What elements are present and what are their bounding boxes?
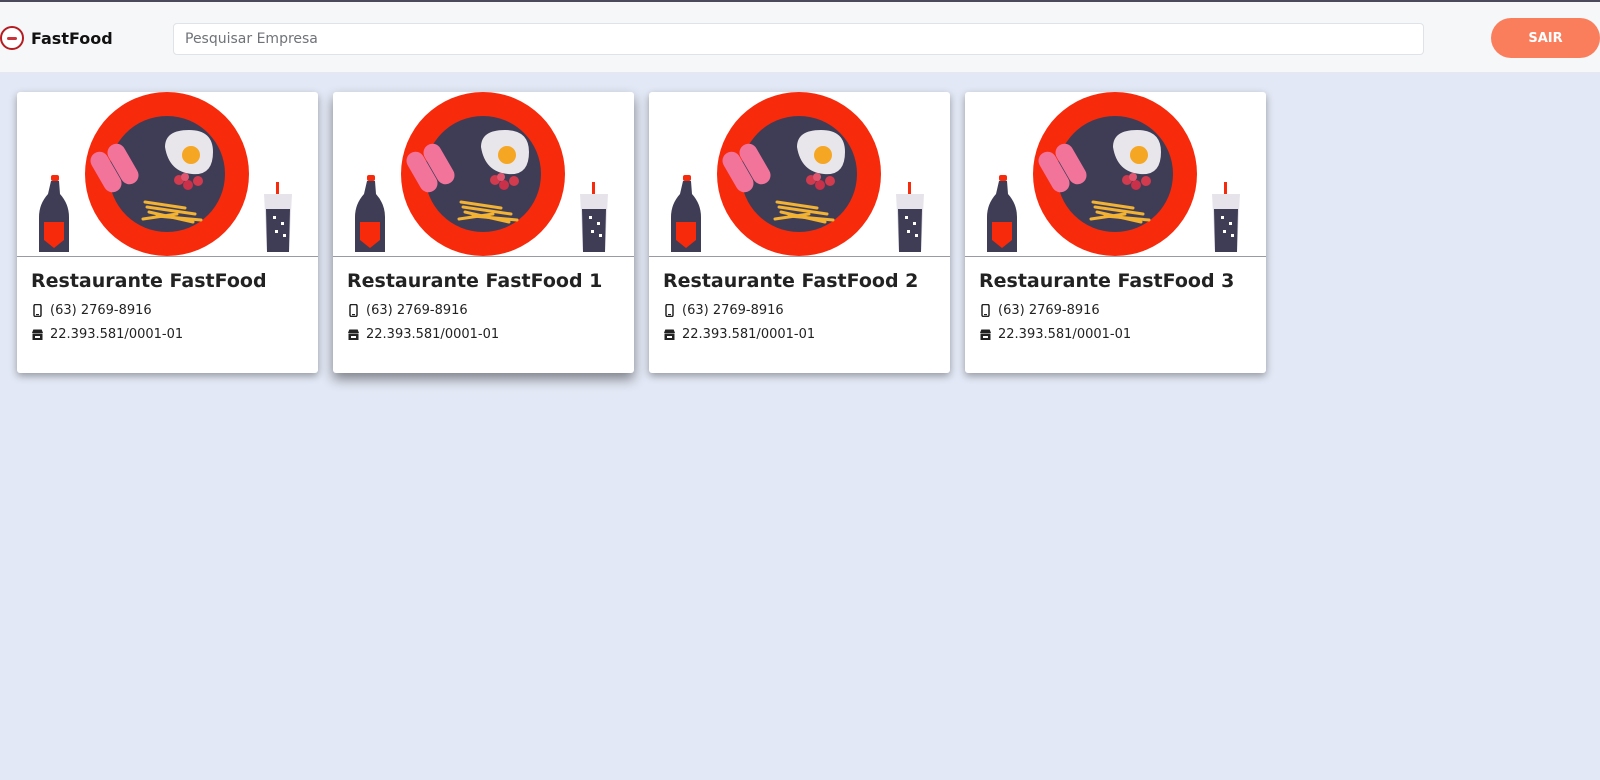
restaurant-cnpj: 22.393.581/0001-01 xyxy=(50,327,184,342)
restaurant-image xyxy=(965,92,1266,257)
store-icon xyxy=(31,328,44,341)
restaurant-card[interactable]: Restaurante FastFood 1 (63) 2769-8916 22… xyxy=(333,92,634,373)
restaurant-name: Restaurante FastFood 1 xyxy=(347,270,603,292)
brand[interactable]: FastFood xyxy=(0,24,113,52)
restaurant-card[interactable]: Restaurante FastFood 3 (63) 2769-8916 22… xyxy=(965,92,1266,373)
restaurant-name: Restaurante FastFood xyxy=(31,270,267,292)
store-icon xyxy=(347,328,360,341)
restaurant-name: Restaurante FastFood 3 xyxy=(979,270,1235,292)
app-header: FastFood SAIR xyxy=(0,2,1600,73)
restaurant-cnpj: 22.393.581/0001-01 xyxy=(366,327,500,342)
mobile-phone-icon xyxy=(347,304,360,317)
restaurant-cnpj-row: 22.393.581/0001-01 xyxy=(663,327,815,342)
card-divider xyxy=(649,256,950,257)
search-input[interactable] xyxy=(173,23,1424,55)
card-divider xyxy=(333,256,634,257)
restaurant-image xyxy=(333,92,634,257)
restaurant-phone-row: (63) 2769-8916 xyxy=(347,303,468,318)
store-icon xyxy=(979,328,992,341)
restaurant-image xyxy=(17,92,318,257)
mobile-phone-icon xyxy=(31,304,44,317)
restaurant-card[interactable]: Restaurante FastFood (63) 2769-8916 22.3… xyxy=(17,92,318,373)
mobile-phone-icon xyxy=(979,304,992,317)
restaurant-phone-row: (63) 2769-8916 xyxy=(663,303,784,318)
restaurant-card[interactable]: Restaurante FastFood 2 (63) 2769-8916 22… xyxy=(649,92,950,373)
restaurant-image xyxy=(649,92,950,257)
restaurant-cnpj-row: 22.393.581/0001-01 xyxy=(979,327,1131,342)
restaurant-phone: (63) 2769-8916 xyxy=(682,303,784,318)
restaurant-phone: (63) 2769-8916 xyxy=(366,303,468,318)
mobile-phone-icon xyxy=(663,304,676,317)
logout-button[interactable]: SAIR xyxy=(1491,18,1600,58)
restaurant-phone: (63) 2769-8916 xyxy=(998,303,1100,318)
restaurant-phone-row: (63) 2769-8916 xyxy=(979,303,1100,318)
restaurant-cnpj-row: 22.393.581/0001-01 xyxy=(31,327,183,342)
card-divider xyxy=(17,256,318,257)
restaurant-name: Restaurante FastFood 2 xyxy=(663,270,919,292)
restaurant-cnpj-row: 22.393.581/0001-01 xyxy=(347,327,499,342)
fastfood-logo-icon xyxy=(0,26,24,50)
brand-name: FastFood xyxy=(31,28,113,48)
restaurant-phone-row: (63) 2769-8916 xyxy=(31,303,152,318)
store-icon xyxy=(663,328,676,341)
card-divider xyxy=(965,256,1266,257)
restaurant-phone: (63) 2769-8916 xyxy=(50,303,152,318)
restaurant-cnpj: 22.393.581/0001-01 xyxy=(998,327,1132,342)
restaurant-cnpj: 22.393.581/0001-01 xyxy=(682,327,816,342)
